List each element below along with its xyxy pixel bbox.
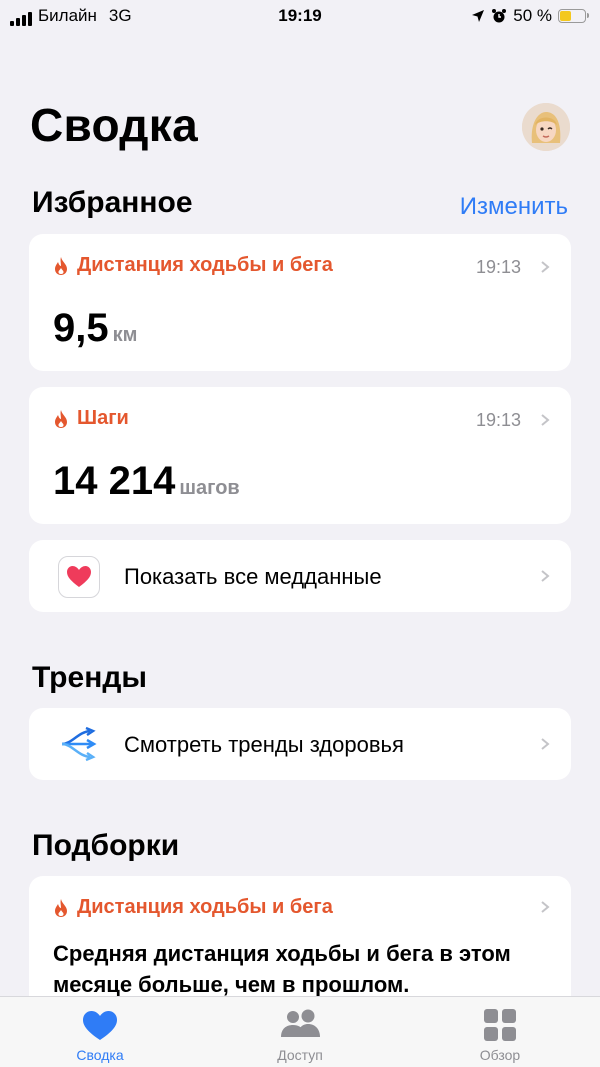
edit-favorites-button[interactable]: Изменить	[460, 193, 568, 221]
show-all-label: Показать все медданные	[124, 564, 382, 589]
metric-unit: шагов	[179, 477, 240, 499]
show-all-health-data-row[interactable]: Показать все медданные	[29, 540, 571, 612]
people-icon	[281, 1009, 320, 1037]
card-label: Шаги	[77, 407, 129, 429]
heart-icon	[83, 1011, 117, 1040]
location-arrow-icon	[472, 10, 485, 22]
trends-label: Смотреть тренды здоровья	[124, 732, 404, 757]
card-label: Дистанция ходьбы и бега	[77, 254, 333, 276]
heart-icon	[67, 566, 91, 587]
tab-label: Обзор	[479, 1047, 521, 1063]
page-title: Сводка	[30, 99, 198, 151]
metric-value: 9,5	[53, 306, 109, 350]
avatar[interactable]	[522, 103, 570, 151]
highlight-text: Средняя дистанция ходьбы и бега в этом м…	[53, 941, 511, 997]
metric: 14 214 шагов	[53, 459, 240, 504]
card-header: Дистанция ходьбы и бега	[53, 896, 333, 919]
flame-icon	[55, 898, 67, 917]
tab-summary[interactable]: Сводка	[0, 997, 200, 1067]
highlights-title: Подборки	[32, 829, 180, 862]
grid-icon	[484, 1009, 516, 1041]
chevron-right-icon	[541, 901, 550, 913]
tab-bar: Сводка Доступ Обзор	[0, 996, 600, 1067]
status-bar: Билайн 3G 19:19 50 %	[0, 0, 600, 34]
card-label: Дистанция ходьбы и бега	[77, 896, 333, 918]
flame-icon	[55, 409, 67, 428]
card-header: Дистанция ходьбы и бега	[53, 254, 333, 277]
health-trends-row[interactable]: Смотреть тренды здоровья	[29, 708, 571, 780]
tab-label: Доступ	[277, 1047, 323, 1063]
trends-icon	[61, 726, 97, 762]
chevron-right-icon	[541, 738, 550, 750]
chevron-right-icon	[541, 414, 550, 426]
card-timestamp: 19:13	[475, 257, 521, 277]
card-header: Шаги	[53, 407, 129, 430]
metric-unit: км	[112, 324, 138, 346]
chevron-right-icon	[541, 261, 550, 273]
flame-icon	[55, 256, 67, 275]
health-app-tile	[58, 556, 100, 598]
card-timestamp: 19:13	[475, 410, 521, 430]
tab-browse[interactable]: Обзор	[400, 997, 600, 1067]
battery-icon	[558, 9, 589, 23]
trends-title: Тренды	[32, 661, 147, 694]
favorite-card-distance[interactable]: Дистанция ходьбы и бега 19:13 9,5 км	[29, 234, 571, 371]
chevron-right-icon	[541, 570, 550, 582]
alarm-icon	[492, 9, 507, 23]
tab-label: Сводка	[76, 1047, 124, 1063]
favorites-title: Избранное	[32, 186, 193, 219]
metric: 9,5 км	[53, 306, 137, 351]
tab-sharing[interactable]: Доступ	[200, 997, 400, 1067]
avatar-memoji-icon	[522, 103, 570, 151]
metric-value: 14 214	[53, 459, 176, 503]
battery-percent: 50 %	[513, 6, 552, 25]
favorite-card-steps[interactable]: Шаги 19:13 14 214 шагов	[29, 387, 571, 524]
status-right: 50 %	[471, 6, 589, 26]
